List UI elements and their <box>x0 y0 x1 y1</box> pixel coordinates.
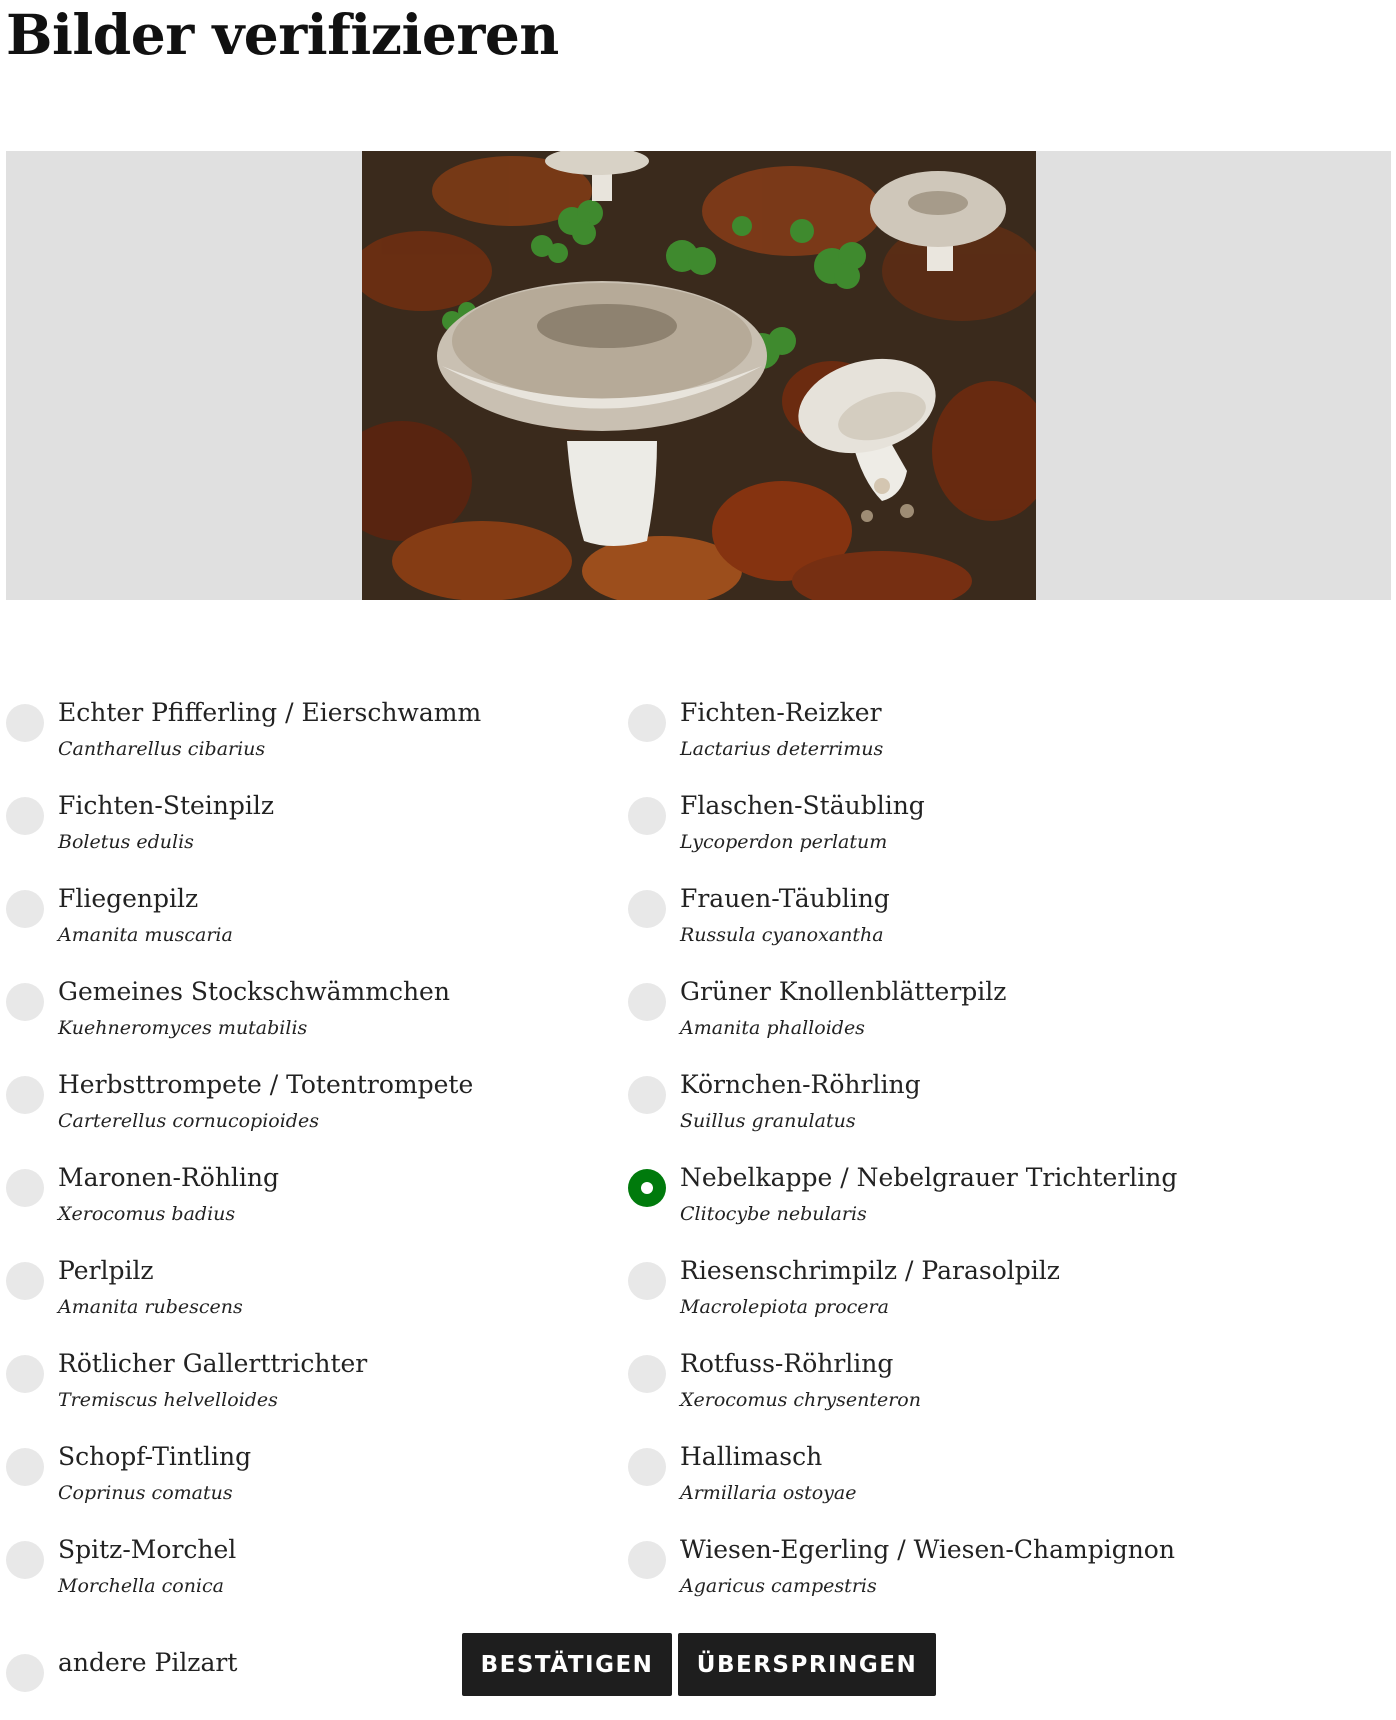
species-common-name: Gemeines Stockschwämmchen <box>58 977 450 1006</box>
species-latin-name: Russula cyanoxantha <box>680 924 884 946</box>
species-common-name: Rotfuss-Röhrling <box>680 1349 894 1378</box>
species-common-name: Fichten-Steinpilz <box>58 791 275 820</box>
species-option[interactable]: Rötlicher Gallerttrichter Tremiscus helve… <box>6 1341 606 1421</box>
species-option[interactable]: Spitz-Morchel Morchella conica <box>6 1527 606 1607</box>
skip-button[interactable]: ÜBERSPRINGEN <box>678 1633 936 1696</box>
species-common-name: Grüner Knollenblätterpilz <box>680 977 1007 1006</box>
species-latin-name: Lactarius deterrimus <box>680 738 884 760</box>
species-common-name: Nebelkappe / Nebelgrauer Trichterling <box>680 1163 1178 1192</box>
radio-button[interactable] <box>6 797 44 835</box>
species-latin-name: Xerocomus chrysenteron <box>680 1389 921 1411</box>
species-option[interactable]: Hallimasch Armillaria ostoyae <box>628 1434 1228 1514</box>
species-option[interactable]: Körnchen-Röhrling Suillus granulatus <box>628 1062 1228 1142</box>
species-latin-name: Morchella conica <box>58 1575 224 1597</box>
species-option[interactable]: Rotfuss-Röhrling Xerocomus chrysenteron <box>628 1341 1228 1421</box>
species-option[interactable]: Fliegenpilz Amanita muscaria <box>6 876 606 956</box>
species-common-name: Flaschen-Stäubling <box>680 791 925 820</box>
species-latin-name: Cantharellus cibarius <box>58 738 266 760</box>
species-latin-name: Amanita phalloides <box>680 1017 865 1039</box>
species-common-name: Echter Pfifferling / Eierschwamm <box>58 698 482 727</box>
species-common-name: Frauen-Täubling <box>680 884 890 913</box>
radio-button[interactable] <box>6 890 44 928</box>
species-latin-name: Kuehneromyces mutabilis <box>58 1017 308 1039</box>
species-common-name: Rötlicher Gallerttrichter <box>58 1349 368 1378</box>
species-option[interactable]: Herbsttrompete / Totentrompete Carterellu… <box>6 1062 606 1142</box>
page-title: Bilder verifizieren <box>6 2 559 67</box>
species-common-name: Riesenschrimpilz / Parasolpilz <box>680 1256 1060 1285</box>
species-common-name: Körnchen-Röhrling <box>680 1070 921 1099</box>
species-common-name: andere Pilzart <box>58 1648 238 1677</box>
species-option[interactable]: Frauen-Täubling Russula cyanoxantha <box>628 876 1228 956</box>
species-common-name: Wiesen-Egerling / Wiesen-Champignon <box>680 1535 1175 1564</box>
species-latin-name: Coprinus comatus <box>58 1482 233 1504</box>
radio-button[interactable] <box>628 983 666 1021</box>
species-option[interactable]: Perlpilz Amanita rubescens <box>6 1248 606 1328</box>
species-common-name: Perlpilz <box>58 1256 154 1285</box>
species-latin-name: Macrolepiota procera <box>680 1296 889 1318</box>
radio-button[interactable] <box>628 1355 666 1393</box>
species-common-name: Hallimasch <box>680 1442 823 1471</box>
species-option[interactable]: Fichten-Reizker Lactarius deterrimus <box>628 690 1228 770</box>
radio-button[interactable] <box>6 1654 44 1692</box>
species-latin-name: Lycoperdon perlatum <box>680 831 888 853</box>
radio-button[interactable] <box>6 1355 44 1393</box>
radio-button[interactable] <box>6 1076 44 1114</box>
radio-button[interactable] <box>6 983 44 1021</box>
species-option[interactable]: Maronen-Röhling Xerocomus badius <box>6 1155 606 1235</box>
radio-button[interactable] <box>628 1448 666 1486</box>
species-common-name: Herbsttrompete / Totentrompete <box>58 1070 474 1099</box>
species-latin-name: Agaricus campestris <box>680 1575 877 1597</box>
radio-button-selected[interactable] <box>628 1169 666 1207</box>
species-option[interactable]: Flaschen-Stäubling Lycoperdon perlatum <box>628 783 1228 863</box>
species-common-name: Spitz-Morchel <box>58 1535 237 1564</box>
radio-button[interactable] <box>628 1262 666 1300</box>
radio-button[interactable] <box>628 797 666 835</box>
species-latin-name: Amanita rubescens <box>58 1296 243 1318</box>
radio-button[interactable] <box>6 704 44 742</box>
species-latin-name: Amanita muscaria <box>58 924 233 946</box>
species-common-name: Fichten-Reizker <box>680 698 882 727</box>
species-common-name: Maronen-Röhling <box>58 1163 280 1192</box>
radio-button[interactable] <box>628 1076 666 1114</box>
radio-button[interactable] <box>628 1541 666 1579</box>
species-latin-name: Armillaria ostoyae <box>680 1482 857 1504</box>
radio-button[interactable] <box>628 890 666 928</box>
radio-button[interactable] <box>6 1448 44 1486</box>
species-latin-name: Carterellus cornucopioides <box>58 1110 319 1132</box>
species-option[interactable]: Wiesen-Egerling / Wiesen-Champignon Agari… <box>628 1527 1228 1607</box>
species-option[interactable]: Gemeines Stockschwämmchen Kuehneromyces m… <box>6 969 606 1049</box>
radio-button[interactable] <box>628 704 666 742</box>
species-option[interactable]: Grüner Knollenblätterpilz Amanita phalloi… <box>628 969 1228 1049</box>
mushroom-photo <box>362 151 1036 600</box>
species-common-name: Fliegenpilz <box>58 884 199 913</box>
image-frame <box>6 151 1391 600</box>
radio-button[interactable] <box>6 1262 44 1300</box>
species-option[interactable]: Riesenschrimpilz / Parasolpilz Macrolepio… <box>628 1248 1228 1328</box>
species-option[interactable]: Schopf-Tintling Coprinus comatus <box>6 1434 606 1514</box>
species-latin-name: Clitocybe nebularis <box>680 1203 867 1225</box>
species-option[interactable]: Echter Pfifferling / Eierschwamm Canthare… <box>6 690 606 770</box>
radio-button[interactable] <box>6 1541 44 1579</box>
species-latin-name: Suillus granulatus <box>680 1110 856 1132</box>
species-option[interactable]: Nebelkappe / Nebelgrauer Trichterling Cli… <box>628 1155 1228 1235</box>
radio-button[interactable] <box>6 1169 44 1207</box>
species-latin-name: Xerocomus badius <box>58 1203 236 1225</box>
species-latin-name: Boletus edulis <box>58 831 194 853</box>
species-common-name: Schopf-Tintling <box>58 1442 252 1471</box>
confirm-button[interactable]: BESTÄTIGEN <box>462 1633 672 1696</box>
species-latin-name: Tremiscus helvelloides <box>58 1389 278 1411</box>
species-option[interactable]: Fichten-Steinpilz Boletus edulis <box>6 783 606 863</box>
